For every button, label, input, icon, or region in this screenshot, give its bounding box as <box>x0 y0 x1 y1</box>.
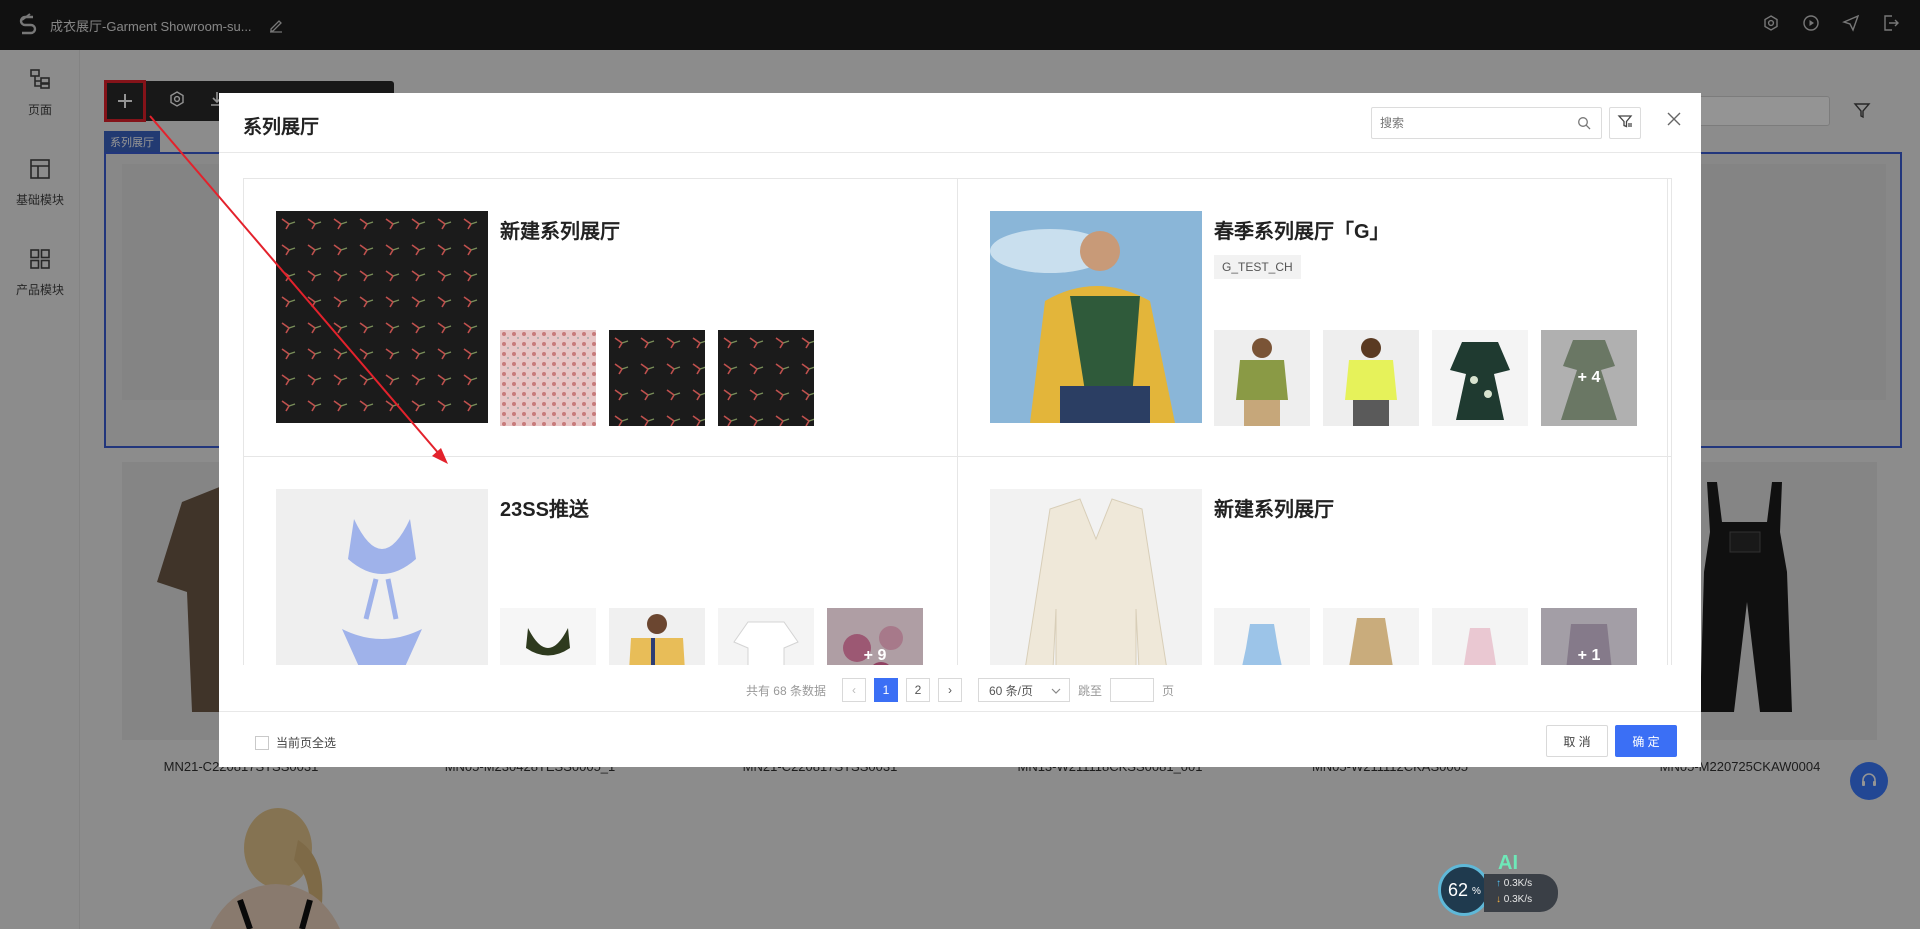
close-button[interactable] <box>1662 109 1686 133</box>
collection-thumb <box>1432 608 1528 665</box>
collection-thumb <box>609 330 705 426</box>
search-icon[interactable] <box>1577 116 1591 135</box>
search-input[interactable] <box>1372 108 1562 138</box>
collection-thumb <box>1214 330 1310 426</box>
collection-title: 23SS推送 <box>500 499 589 521</box>
jump-page-input[interactable] <box>1110 678 1155 702</box>
dialog-search[interactable] <box>1371 107 1602 139</box>
jump-suffix: 页 <box>1162 683 1175 698</box>
collection-thumb: + 4 <box>1541 330 1637 426</box>
network-speed-widget: AI 62 % ↑ 0.3K/s ↓ 0.3K/s <box>1438 852 1560 916</box>
gauge-percent: 62 <box>1448 880 1469 900</box>
collection-thumb <box>718 608 814 665</box>
close-icon <box>1667 112 1681 131</box>
cancel-button[interactable]: 取 消 <box>1546 725 1608 757</box>
collection-grid: 新建系列展厅 春季系列展厅「G」 G_TEST_CH + 4 23SS推送 + … <box>243 178 1672 665</box>
collection-card[interactable]: 春季系列展厅「G」 G_TEST_CH + 4 <box>958 179 1672 457</box>
collection-tag: G_TEST_CH <box>1214 255 1301 279</box>
collection-card[interactable]: 23SS推送 + 9 <box>244 457 958 665</box>
page-size-select[interactable]: 60 条/页 <box>978 678 1070 702</box>
collection-card[interactable]: 新建系列展厅 + 1 <box>958 457 1672 665</box>
checkbox-box[interactable] <box>255 735 269 750</box>
total-count-text: 共有 68 条数据 <box>745 683 826 698</box>
more-count: + 1 <box>1541 608 1637 665</box>
collection-title: 春季系列展厅「G」 <box>1214 221 1390 243</box>
download-speed: ↓ 0.3K/s <box>1496 894 1533 905</box>
filter-icon <box>1617 113 1633 134</box>
collection-thumb <box>1214 608 1310 665</box>
gauge-percent-unit: % <box>1472 886 1481 897</box>
upload-speed: ↑ 0.3K/s <box>1496 878 1533 889</box>
filter-button[interactable] <box>1609 107 1641 139</box>
page-button[interactable]: 2 <box>906 678 930 702</box>
collection-picker-dialog: 系列展厅 新建系列展厅 <box>219 93 1701 767</box>
grid-scrollbar[interactable] <box>1667 178 1672 665</box>
collection-cover-image <box>990 489 1202 665</box>
jump-label: 跳至 <box>1078 683 1103 698</box>
collection-thumb <box>500 330 596 426</box>
select-all-checkbox[interactable]: 当前页全选 <box>255 734 336 751</box>
pagination: 共有 68 条数据 ‹ 1 2 › 60 条/页 跳至 页 <box>219 675 1701 705</box>
collection-thumb <box>1323 330 1419 426</box>
select-all-label: 当前页全选 <box>276 736 337 750</box>
collection-thumb <box>500 608 596 665</box>
collection-thumb: + 1 <box>1541 608 1637 665</box>
collection-thumb <box>1432 330 1528 426</box>
more-count: + 4 <box>1541 330 1637 426</box>
ai-badge: AI <box>1498 852 1518 874</box>
chevron-down-icon <box>1051 683 1061 697</box>
more-count: + 9 <box>827 608 923 665</box>
collection-cover-image <box>990 211 1202 423</box>
collection-title: 新建系列展厅 <box>500 221 620 243</box>
speed-panel: ↑ 0.3K/s ↓ 0.3K/s <box>1484 874 1558 912</box>
dialog-footer: 当前页全选 取 消 确 定 <box>219 711 1701 767</box>
prev-page-button[interactable]: ‹ <box>842 678 866 702</box>
collection-thumb <box>1323 608 1419 665</box>
collection-title: 新建系列展厅 <box>1214 499 1334 521</box>
dialog-title: 系列展厅 <box>243 117 320 138</box>
collection-cover-image <box>276 489 488 665</box>
dialog-header: 系列展厅 <box>219 93 1701 153</box>
collection-cover-image <box>276 211 488 423</box>
collection-thumb <box>718 330 814 426</box>
next-page-button[interactable]: › <box>938 678 962 702</box>
collection-thumb: + 9 <box>827 608 923 665</box>
collection-thumb <box>609 608 705 665</box>
page-size-value: 60 条/页 <box>989 683 1034 698</box>
confirm-button[interactable]: 确 定 <box>1615 725 1677 757</box>
collection-card[interactable]: 新建系列展厅 <box>244 179 958 457</box>
page-button[interactable]: 1 <box>874 678 898 702</box>
